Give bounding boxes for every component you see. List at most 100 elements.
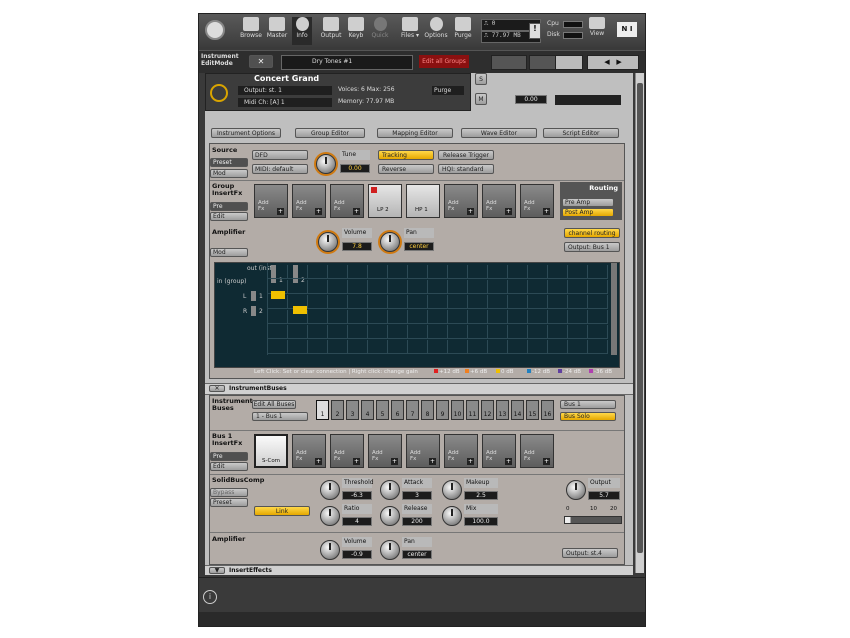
options-button[interactable]: Options [423,17,449,39]
bus-button-2[interactable]: 2 [331,400,344,420]
matrix-cell[interactable] [368,295,388,309]
main-scrollbar[interactable] [635,73,644,573]
matrix-cell[interactable] [308,295,328,309]
instrument-name[interactable]: Concert Grand [254,74,319,83]
matrix-cell[interactable] [448,310,468,324]
connection-l-1[interactable] [271,291,285,299]
matrix-cell[interactable] [368,340,388,354]
matrix-cell[interactable] [368,310,388,324]
matrix-cell[interactable] [268,265,288,279]
matrix-cell[interactable] [508,310,528,324]
bus-button-7[interactable]: 7 [406,400,419,420]
matrix-scrollbar[interactable] [611,263,617,355]
prev-next-buttons[interactable]: ◀ ▶ [587,55,639,70]
bus-button-14[interactable]: 14 [511,400,524,420]
matrix-cell[interactable] [428,295,448,309]
tab-instrument-options[interactable]: Instrument Options [211,128,281,138]
info-icon[interactable]: i [203,590,217,604]
matrix-cell[interactable] [568,265,588,279]
matrix-cell[interactable] [588,295,608,309]
comp-preset[interactable]: Preset [210,498,248,507]
matrix-cell[interactable] [548,325,568,339]
bus-fx-slot-5[interactable]: Add Fx + [406,434,440,468]
matrix-cell[interactable] [528,280,548,294]
group-fx-slot-3[interactable]: Add Fx + [330,184,364,218]
volume-knob[interactable] [318,232,338,252]
quick-button[interactable]: Quick [369,17,391,39]
group-fx-edit[interactable]: Edit [210,212,248,221]
matrix-cell[interactable] [428,280,448,294]
mute-button[interactable]: M [475,93,487,105]
output-value[interactable]: 5.7 [588,491,620,500]
bus-button-6[interactable]: 6 [391,400,404,420]
source-mode-select[interactable]: DFD [252,150,308,160]
group-fx-pre[interactable]: Pre [210,202,248,211]
purge-button[interactable]: Purge [451,17,475,39]
makeup-value[interactable]: 2.5 [464,491,498,500]
matrix-cell[interactable] [428,340,448,354]
matrix-cell[interactable] [508,325,528,339]
matrix-cell[interactable] [428,310,448,324]
comp-bypass[interactable]: Bypass [210,488,248,497]
bus-name-field[interactable]: Bus 1 [560,400,616,409]
matrix-cell[interactable] [488,310,508,324]
link-button[interactable]: Link [254,506,310,516]
channel-routing-button[interactable]: channel routing [564,228,620,238]
matrix-cell[interactable] [468,295,488,309]
amplifier-mod[interactable]: Mod [210,248,248,257]
matrix-cell[interactable] [408,310,428,324]
output-knob[interactable] [566,480,586,500]
matrix-cell[interactable] [268,310,288,324]
solo-button[interactable]: S [475,73,487,85]
matrix-cell[interactable] [508,295,528,309]
matrix-cell[interactable] [388,280,408,294]
tab-mapping-editor[interactable]: Mapping Editor [377,128,453,138]
matrix-cell[interactable] [468,310,488,324]
matrix-cell[interactable] [288,265,308,279]
matrix-cell[interactable] [368,325,388,339]
matrix-cell[interactable] [408,325,428,339]
volume-value[interactable]: 7.8 [342,242,372,251]
bus-button-9[interactable]: 9 [436,400,449,420]
matrix-cell[interactable] [428,265,448,279]
browse-button[interactable]: Browse [239,17,263,39]
matrix-cell[interactable] [308,340,328,354]
bus-volume-value[interactable]: -0.9 [342,550,372,559]
matrix-cell[interactable] [448,340,468,354]
kontakt-logo[interactable] [205,20,225,40]
matrix-cell[interactable] [388,310,408,324]
bus-fx-slot-scomp[interactable]: S-Com [254,434,288,468]
matrix-cell[interactable] [588,325,608,339]
matrix-cell[interactable] [468,265,488,279]
ratio-value[interactable]: 4 [342,517,372,526]
files-button[interactable]: Files ▾ [399,17,421,39]
matrix-cell[interactable] [328,295,348,309]
expand-insert-effects[interactable]: ▼ [209,567,225,574]
matrix-cell[interactable] [288,280,308,294]
matrix-cell[interactable] [568,280,588,294]
matrix-cell[interactable] [388,265,408,279]
matrix-cell[interactable] [568,310,588,324]
matrix-cell[interactable] [348,265,368,279]
pan-knob[interactable] [380,232,400,252]
threshold-knob[interactable] [320,480,340,500]
threshold-value[interactable]: -6.3 [342,491,372,500]
matrix-cell[interactable] [408,295,428,309]
matrix-cell[interactable] [528,325,548,339]
source-midi-select[interactable]: MIDI: default [252,164,308,174]
matrix-cell[interactable] [388,340,408,354]
matrix-cell[interactable] [488,295,508,309]
matrix-cell[interactable] [348,310,368,324]
bus-pan-value[interactable]: center [402,550,432,559]
bus-button-15[interactable]: 15 [526,400,539,420]
matrix-cell[interactable] [528,310,548,324]
reverse-button[interactable]: Reverse [378,164,434,174]
matrix-cell[interactable] [448,295,468,309]
bus-button-12[interactable]: 12 [481,400,494,420]
bus-pan-knob[interactable] [380,540,400,560]
matrix-cell[interactable] [448,325,468,339]
matrix-cell[interactable] [588,340,608,354]
midi-channel-selector[interactable]: Midi Ch: [A] 1 [238,98,332,107]
output-selector[interactable]: Output: st. 1 [238,86,332,95]
pre-amp-button[interactable]: Pre Amp [562,198,614,207]
